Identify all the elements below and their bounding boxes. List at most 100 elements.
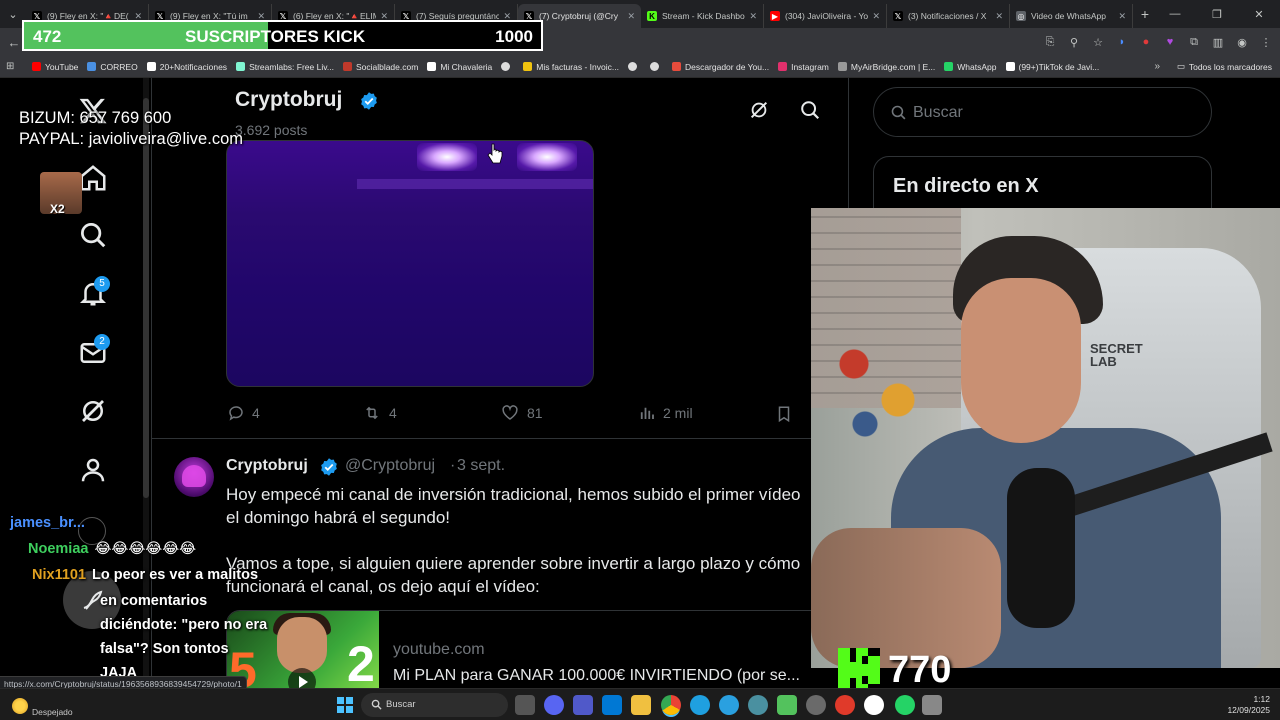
- tweet-author-name[interactable]: Cryptobruj: [226, 457, 308, 475]
- install-app-icon[interactable]: ⎘: [1042, 36, 1058, 49]
- bookmark-item[interactable]: YouTube: [32, 62, 78, 72]
- minimize-button[interactable]: —: [1154, 8, 1196, 20]
- close-tab-icon[interactable]: ✕: [1118, 11, 1126, 22]
- extensions-puzzle-icon[interactable]: ⧉: [1186, 36, 1202, 49]
- tweet-author-avatar[interactable]: [174, 457, 214, 497]
- taskbar-search[interactable]: Buscar: [361, 693, 508, 717]
- outlook-icon[interactable]: [602, 695, 622, 715]
- search-nav-icon[interactable]: [78, 220, 108, 250]
- zoom-icon[interactable]: ⚲: [1066, 36, 1082, 49]
- chrome-icon[interactable]: [661, 695, 681, 715]
- bookmark-favicon-icon: [778, 62, 788, 71]
- extension-icon[interactable]: ♥: [1162, 36, 1178, 48]
- link-preview-card[interactable]: 5 2 youtube.com Mi PLAN para GANAR 100.0…: [226, 610, 848, 688]
- bookmark-star-icon[interactable]: ☆: [1090, 36, 1106, 49]
- app-icon[interactable]: [835, 695, 855, 715]
- youtube-icon: ▶: [770, 11, 780, 21]
- close-window-button[interactable]: ✕: [1238, 8, 1280, 21]
- tweet-actions: 4 4 81 2 mil: [152, 396, 848, 432]
- tweet-text-line: [226, 529, 848, 552]
- bookmark-item[interactable]: Socialblade.com: [342, 61, 419, 72]
- extension-icon[interactable]: ◗: [1114, 36, 1130, 48]
- globe-app-icon[interactable]: [748, 695, 768, 715]
- kick-viewer-counter: 770: [838, 648, 951, 692]
- close-tab-icon[interactable]: ✕: [627, 11, 635, 22]
- whatsapp-icon[interactable]: [895, 695, 915, 715]
- bookmark-item[interactable]: 20+Notificaciones: [146, 62, 227, 72]
- browser-tab[interactable]: ▶ (304) JaviOliveira - Yo ✕: [764, 4, 887, 28]
- close-tab-icon[interactable]: ✕: [995, 11, 1003, 22]
- x-search-box[interactable]: [873, 87, 1212, 137]
- bookmark-favicon-icon: [427, 62, 437, 71]
- profile-avatar-icon[interactable]: ◉: [1234, 36, 1250, 49]
- snipping-tool-icon[interactable]: [922, 695, 942, 715]
- extension-icon[interactable]: ●: [1138, 36, 1154, 48]
- bookmark-label: Socialblade.com: [355, 61, 419, 72]
- bookmark-item[interactable]: Descargador de You...: [671, 62, 769, 72]
- tweet-media-image[interactable]: [226, 140, 594, 387]
- profile-person-icon[interactable]: [78, 455, 108, 485]
- kick-app-icon[interactable]: [777, 695, 797, 715]
- address-bar-actions: ⎘ ⚲ ☆ ◗ ● ♥ ⧉ ▥ ◉ ⋮: [1042, 28, 1274, 56]
- browser-tab[interactable]: ◎ Video de WhatsApp ✕: [1010, 4, 1133, 28]
- sidepanel-icon[interactable]: ▥: [1210, 36, 1226, 49]
- bookmark-item[interactable]: Streamlabs: Free Liv...: [236, 62, 334, 72]
- bookmark-button[interactable]: [775, 404, 800, 424]
- retweet-button[interactable]: 4: [362, 404, 397, 422]
- bookmark-item[interactable]: Instagram: [778, 62, 829, 72]
- settings-gear-icon[interactable]: [806, 695, 826, 715]
- bookmark-favicon-icon: [671, 62, 681, 71]
- bookmark-item[interactable]: [627, 62, 641, 71]
- bookmark-item[interactable]: WhatsApp: [944, 62, 997, 72]
- taskbar-clock[interactable]: 1:12 12/09/2025: [1227, 694, 1270, 716]
- reply-button[interactable]: 4: [227, 404, 260, 422]
- maximize-button[interactable]: ❐: [1196, 8, 1238, 21]
- verified-badge-icon: [361, 92, 377, 110]
- browser-menu-icon[interactable]: ⋮: [1258, 36, 1274, 49]
- browser-tab[interactable]: K Stream - Kick Dashbo ✕: [641, 4, 764, 28]
- bookmark-item[interactable]: (99+)TikTok de Javi...: [1005, 61, 1100, 72]
- bookmark-item[interactable]: Mis facturas - Invoic...: [523, 62, 619, 72]
- close-tab-icon[interactable]: ✕: [872, 11, 880, 22]
- views-button[interactable]: 2 mil: [638, 404, 693, 422]
- messages-badge: 2: [94, 334, 110, 350]
- browser-tab[interactable]: 𝕏 (3) Notificaciones / X ✕: [887, 4, 1010, 28]
- discord-icon[interactable]: [544, 695, 564, 715]
- bookmark-item[interactable]: CORREO: [87, 62, 138, 72]
- link-domain: youtube.com: [393, 641, 485, 658]
- chat-message: falsa"? Son tontos: [100, 641, 229, 657]
- like-button[interactable]: 81: [500, 404, 543, 422]
- bookmark-label: Streamlabs: Free Liv...: [249, 61, 334, 72]
- home-icon[interactable]: [78, 163, 108, 193]
- header-search-icon[interactable]: [799, 99, 821, 121]
- file-explorer-icon[interactable]: [631, 695, 651, 715]
- link-title[interactable]: Mi PLAN para GANAR 100.000€ INVIRTIENDO …: [393, 667, 800, 685]
- chat-message: Noemiaa 😂😂😂😂😂😂: [28, 541, 196, 557]
- tweet-date[interactable]: 3 sept.: [457, 457, 505, 475]
- windows-start-button[interactable]: [337, 697, 353, 713]
- bookmark-item[interactable]: [501, 62, 514, 71]
- tweet-author-handle[interactable]: @Cryptobruj: [345, 457, 435, 475]
- grok-header-icon[interactable]: [748, 99, 770, 121]
- obs-icon[interactable]: [864, 695, 884, 715]
- bookmark-item[interactable]: MyAirBridge.com | E...: [837, 62, 935, 72]
- task-view-icon[interactable]: [515, 695, 535, 715]
- bookmark-label: (99+)TikTok de Javi...: [1018, 61, 1100, 72]
- bookmarks-overflow-icon[interactable]: »: [1154, 61, 1160, 72]
- chat-text: falsa"? Son tontos: [100, 641, 229, 657]
- x-logo-icon: 𝕏: [893, 11, 903, 21]
- play-icon[interactable]: [287, 667, 317, 688]
- search-input[interactable]: [913, 100, 1193, 126]
- telegram-icon[interactable]: [719, 695, 739, 715]
- all-bookmarks-folder[interactable]: ▭ Todos los marcadores: [1177, 61, 1272, 72]
- tweet-text-line: Vamos a tope, si alguien quiere aprender…: [226, 554, 801, 573]
- teams-icon[interactable]: [573, 695, 593, 715]
- grok-icon[interactable]: [78, 396, 108, 426]
- bookmark-item[interactable]: [649, 62, 663, 71]
- retweet-count: 4: [389, 405, 397, 421]
- apps-grid-icon[interactable]: ⊞: [6, 61, 22, 72]
- close-tab-icon[interactable]: ✕: [749, 11, 757, 22]
- bookmark-item[interactable]: Mi Chavaleria: [427, 62, 492, 72]
- chat-username: Nix1101: [32, 567, 87, 583]
- edge-icon[interactable]: [690, 695, 710, 715]
